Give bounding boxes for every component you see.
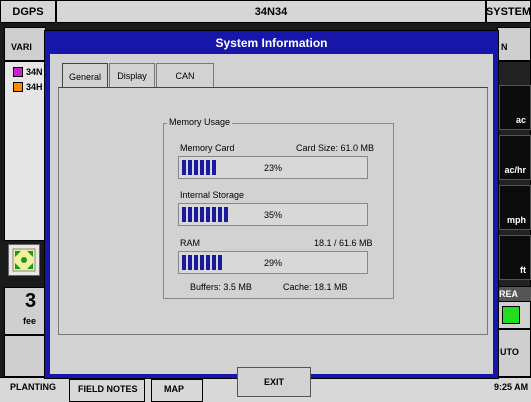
internal-storage-percent: 35% — [264, 210, 283, 220]
readout-ft: ft — [499, 235, 531, 280]
legend-swatch-1 — [13, 67, 23, 77]
ram-percent: 29% — [264, 258, 283, 268]
tab-field-notes[interactable]: FIELD NOTES — [69, 379, 145, 402]
progress-block — [212, 207, 216, 222]
dgps-status[interactable]: DGPS — [0, 0, 56, 23]
variety-header: VARI — [4, 27, 46, 61]
cache-value: Cache: 18.1 MB — [283, 282, 348, 292]
legend-swatch-2 — [13, 82, 23, 92]
memory-card-label: Memory Card — [180, 143, 235, 153]
ram-fill — [182, 255, 222, 270]
tab-planting[interactable]: PLANTING — [10, 382, 56, 392]
internal-storage-fill — [182, 207, 228, 222]
clock: 9:25 AM — [494, 382, 529, 392]
readout-ac-hr: ac/hr — [499, 135, 531, 180]
progress-block — [200, 160, 204, 175]
tab-display[interactable]: Display — [109, 63, 155, 87]
auto-button[interactable]: UTO — [497, 329, 531, 377]
variety-legend-panel: 34N 34H — [4, 61, 46, 241]
tab-map-label: MAP — [164, 384, 184, 394]
area-header: REA — [497, 287, 531, 301]
readout-ac: ac — [499, 85, 531, 130]
area-indicator[interactable] — [502, 306, 520, 324]
dialog-body: General Display CAN Memory Usage Memory … — [50, 54, 493, 397]
left-lower-panel — [4, 335, 46, 377]
tab-can[interactable]: CAN — [156, 63, 214, 87]
progress-block — [200, 207, 204, 222]
progress-block — [224, 207, 228, 222]
progress-block — [182, 255, 186, 270]
progress-block — [206, 255, 210, 270]
dialog-tabs: General Display CAN — [62, 63, 215, 89]
progress-block — [200, 255, 204, 270]
progress-block — [218, 207, 222, 222]
progress-block — [188, 160, 192, 175]
progress-block — [188, 207, 192, 222]
unit-label: fee — [23, 316, 37, 326]
tab-map[interactable]: MAP — [151, 379, 203, 402]
variety-label: VARI — [11, 42, 32, 52]
progress-block — [182, 207, 186, 222]
field-name: 34N34 — [56, 0, 486, 23]
zoom-extents-icon[interactable] — [8, 244, 40, 276]
internal-storage-bar: 35% — [178, 203, 368, 226]
progress-block — [194, 255, 198, 270]
readout-mph: mph — [499, 185, 531, 230]
buffers-value: Buffers: 3.5 MB — [190, 282, 252, 292]
memory-usage-legend: Memory Usage — [167, 117, 233, 127]
ram-label: RAM — [180, 238, 200, 248]
progress-block — [194, 207, 198, 222]
memory-card-size: Card Size: 61.0 MB — [296, 143, 375, 153]
area-label: REA — [499, 289, 519, 299]
speed-readout-panel: 3 fee — [4, 287, 46, 335]
memory-card-fill — [182, 160, 216, 175]
system-button[interactable]: SYSTEM — [486, 0, 531, 23]
legend-label-1: 34N — [26, 67, 43, 77]
right-header-label: N — [501, 42, 508, 52]
progress-block — [206, 207, 210, 222]
progress-block — [194, 160, 198, 175]
progress-block — [188, 255, 192, 270]
progress-block — [212, 160, 216, 175]
auto-label: UTO — [500, 347, 519, 357]
progress-block — [206, 160, 210, 175]
ram-bar: 29% — [178, 251, 368, 274]
memory-card-percent: 23% — [264, 163, 283, 173]
exit-button[interactable]: EXIT — [237, 367, 311, 397]
internal-storage-label: Internal Storage — [180, 190, 245, 200]
progress-block — [218, 255, 222, 270]
big-digit: 3 — [25, 290, 37, 312]
progress-block — [182, 160, 186, 175]
tab-field-notes-label: FIELD NOTES — [78, 384, 138, 394]
area-panel — [497, 301, 531, 329]
dialog-title: System Information — [215, 35, 328, 50]
tab-general[interactable]: General — [62, 63, 108, 89]
legend-label-2: 34H — [26, 82, 43, 92]
ram-value: 18.1 / 61.6 MB — [314, 238, 373, 248]
memory-card-bar: 23% — [178, 156, 368, 179]
system-info-dialog: System Information General Display CAN M… — [44, 30, 499, 397]
progress-block — [212, 255, 216, 270]
right-header: N — [497, 27, 531, 61]
